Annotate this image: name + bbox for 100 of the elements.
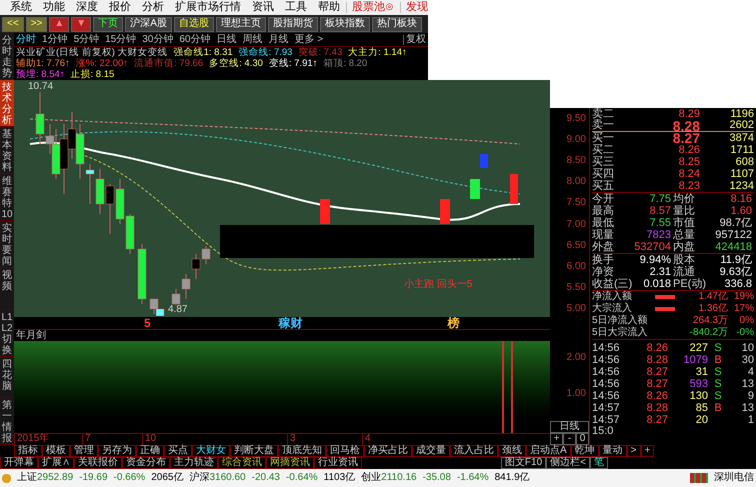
indicator-tab[interactable]: 净买占比 [364,445,412,457]
period-tab[interactable]: 5分钟 [74,34,100,44]
side-tab[interactable]: 视频 [0,268,14,310]
side-tab[interactable]: L1L2切换 [0,310,14,356]
zoom-button[interactable]: 0 [576,433,589,445]
indicator-tab[interactable]: 颈线 [498,445,526,457]
tick-side: B [713,402,723,414]
side-tab[interactable]: 第一情报 [0,398,14,445]
period-tab[interactable]: 月线 [268,34,288,44]
menu-item[interactable]: 系统 [5,2,37,13]
candle [480,154,488,168]
stat-value: 7.75 [648,194,672,204]
period-tab[interactable]: 周线 [242,34,262,44]
menu-item[interactable]: 功能 [38,2,70,13]
zoom-button[interactable]: - [563,433,576,445]
order-volume: 1234 [728,180,754,192]
indicator-tab[interactable]: 量动 [598,445,627,457]
order-label: 卖一 [592,120,615,131]
indicator-tab[interactable]: 成交量 [412,445,450,457]
order-volume: 3874 [728,132,754,144]
toolbar-button[interactable]: 自选股 [174,16,214,32]
period-tab[interactable]: 分时 [16,34,36,44]
indicator-tab[interactable]: 指标 [14,445,42,457]
indicator-tab[interactable]: 另存为 [98,445,136,457]
candle [202,246,210,264]
adjust-button[interactable]: 复权 [403,34,426,44]
toolbar-button[interactable]: >> [26,16,48,32]
indicator-value: 多空线: 4.30 [209,58,263,68]
indicator-tab[interactable]: 回马枪 [326,445,364,457]
toolbar-button[interactable]: 理想主页 [216,16,266,32]
menu-item[interactable]: 扩展市场行情 [170,2,246,13]
indicator-tab[interactable]: + [640,445,654,457]
indicator-tab[interactable]: 管理 [70,445,98,457]
indicator-tab[interactable]: 乾坤 [570,445,599,457]
toolbar-button[interactable]: 热门板块 [372,16,422,32]
order-label: 买一 [592,132,615,144]
index-amount: 1103亿 [324,473,356,483]
indicator-tab[interactable]: 流入占比 [450,445,498,457]
toolbar-button[interactable]: 下页 [93,16,124,32]
period-tab[interactable]: 15分钟 [105,34,136,44]
period-tab[interactable]: 更多 > [294,34,324,44]
period-tab[interactable]: 1分钟 [42,34,68,44]
menu-item[interactable]: 深度 [71,2,103,13]
indicator-tab[interactable]: 启动点A [526,445,571,457]
stat-value: 9.94% [638,254,672,266]
toolbar-button[interactable]: << [2,16,24,32]
indicator-tab[interactable]: 判断大盘 [230,445,278,457]
period-tab[interactable]: 日线 [216,34,236,44]
order-volume: 1711 [729,144,754,156]
date-label: 2015年 [14,434,82,445]
zoom-button[interactable]: + [550,433,563,445]
chart-marker: 5 [144,317,151,329]
indicator-tab[interactable]: 模板 [42,445,70,457]
stat-label: 今开 [592,194,615,204]
price-tick: 6.00 [566,262,587,272]
menu-item[interactable]: 发现 [400,2,433,13]
stat-value: 424418 [714,242,753,252]
flow-amount: -840.2万 [688,328,728,338]
candle [76,124,84,180]
side-tab[interactable]: 四花脑 [0,356,14,398]
indicator-value: 突破: 7.43 [298,48,342,58]
side-tab[interactable]: 分时走势 [0,33,14,80]
stat-value: 8.16 [730,194,753,204]
side-tab[interactable]: 基本资料 [0,127,14,174]
menu-item[interactable]: 资讯 [247,2,279,13]
order-price: 8.24 [678,168,700,180]
tick-count: 10 [740,342,754,354]
period-tab[interactable]: 30分钟 [142,34,174,44]
candle [96,168,104,214]
flow-label: 大宗流入 [592,304,633,314]
tick-volume: 593 [688,378,708,390]
indicator-title: 年月剑 [16,330,46,340]
side-tab[interactable]: 技术分析 [0,80,14,127]
toolbar-button[interactable]: 股指期货 [268,16,318,32]
menu-item[interactable]: 工具 [280,2,312,13]
menu-item[interactable]: 帮助 [313,2,345,13]
tick-time: 14:56 [592,366,621,378]
indicator-tab[interactable]: > [626,445,641,457]
date-label: 4 [362,434,402,445]
indicator-tab[interactable]: 正确 [136,445,164,457]
indicator-tab[interactable]: 大财女 [192,445,230,457]
menu-item[interactable]: 分析 [137,2,169,13]
flow-percent: 17% [732,304,754,314]
side-tab[interactable]: 维赛特10 [0,174,14,221]
tick-volume: 227 [688,342,708,354]
menu-item[interactable]: 报价 [104,2,136,13]
indicator-tab[interactable]: 顶底先知 [278,445,326,457]
indicator-tab[interactable]: 买点 [164,445,192,457]
menu-item[interactable]: 股票池⊙ [346,2,399,13]
side-tab[interactable]: 实时要闻 [0,221,14,268]
indicator-value: 流通市值: 79.66 [134,58,204,68]
stat-value: 11.9亿 [719,254,753,266]
period-button[interactable]: 日线 [550,421,589,433]
stat-value: 0.018 [642,278,672,290]
toolbar-button[interactable]: 板块指数 [320,16,370,32]
stat-value: 2.31 [648,266,672,278]
stat-label: 换手 [592,254,614,266]
toolbar-button[interactable]: 沪深A股 [125,16,172,32]
index-icon [2,474,11,482]
period-tab[interactable]: 60分钟 [179,34,210,44]
